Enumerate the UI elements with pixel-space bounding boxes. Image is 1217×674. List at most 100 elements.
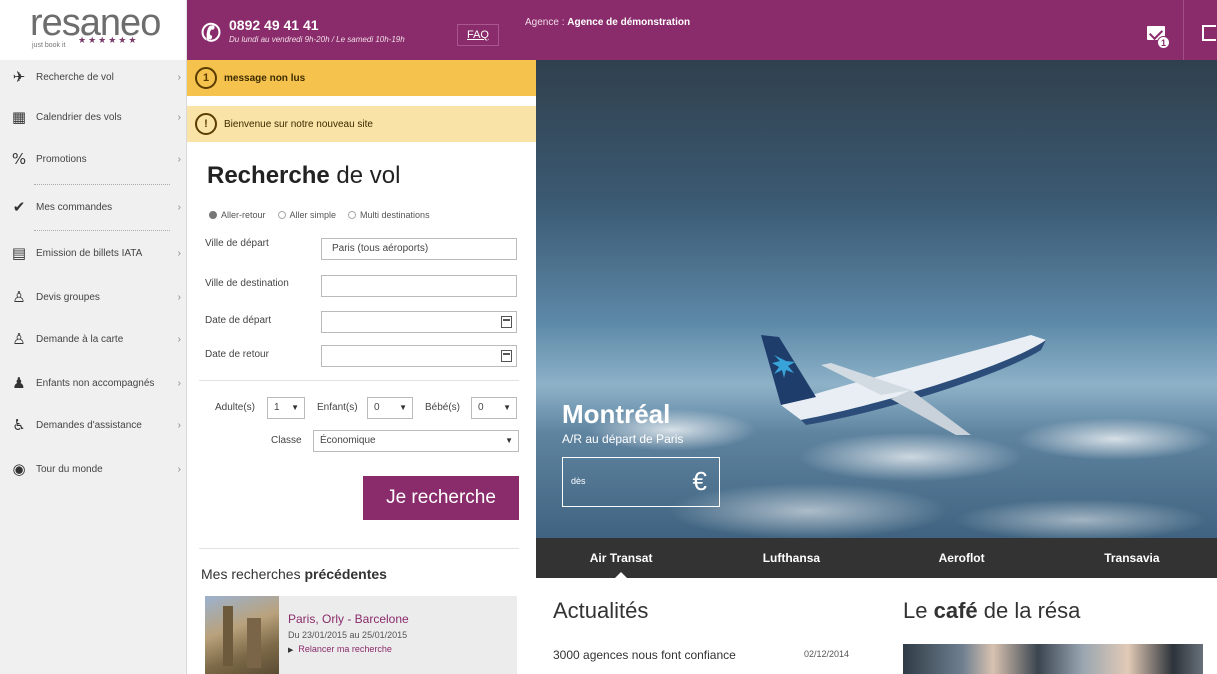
previous-search-card[interactable]: Paris, Orly - Barcelone Du 23/01/2015 au…	[205, 596, 517, 674]
chevron-right-icon: ›	[177, 291, 181, 303]
babies-select[interactable]: 0 ▼	[471, 397, 517, 419]
group-icon: ♙	[12, 288, 26, 306]
sidebar-item[interactable]: ✔ Mes commandes ›	[0, 190, 187, 224]
form-title-bold: Recherche	[207, 162, 330, 189]
tab-lufthansa[interactable]: Lufthansa	[706, 538, 876, 578]
welcome-banner: ! Bienvenue sur notre nouveau site	[187, 106, 536, 142]
agence-info: Agence : Agence de démonstration	[525, 17, 690, 28]
relaunch-label: Relancer ma recherche	[298, 644, 392, 654]
relaunch-search-link[interactable]: ▶ Relancer ma recherche	[288, 644, 392, 654]
airplane-image	[761, 335, 1046, 435]
sidebar-item-label: Calendrier des vols	[36, 111, 122, 123]
euro-icon: €	[692, 466, 707, 496]
form-title: Recherche de vol	[207, 162, 400, 190]
sidebar-item-label: Demande à la carte	[36, 333, 124, 345]
return-date-label: Date de retour	[205, 349, 269, 360]
children-value: 0	[374, 402, 380, 413]
children-label: Enfant(s)	[317, 402, 358, 413]
class-label: Classe	[271, 435, 302, 446]
hero-subtitle: A/R au départ de Paris	[562, 432, 684, 446]
news-date: 02/12/2014	[804, 649, 850, 659]
sidebar-item[interactable]: ✈ Recherche de vol ›	[0, 60, 187, 94]
logout-icon[interactable]	[1202, 25, 1216, 41]
departure-date-input[interactable]	[321, 311, 517, 333]
form-divider	[199, 548, 519, 549]
sidebar-item[interactable]: ▤ Emission de billets IATA ›	[0, 236, 187, 270]
chevron-right-icon: ›	[177, 333, 181, 345]
check-circle-icon: ✔	[12, 198, 26, 216]
sidebar-item-label: Demandes d'assistance	[36, 419, 142, 431]
departure-input[interactable]: Paris (tous aéroports)	[321, 238, 517, 260]
news-item[interactable]: 3000 agences nous font confiance	[553, 648, 736, 662]
chevron-right-icon: ›	[177, 111, 181, 123]
calendar-icon[interactable]	[501, 350, 512, 362]
radio-multi[interactable]: Multi destinations	[348, 210, 430, 220]
faq-link[interactable]: FAQ	[457, 24, 499, 46]
cafe-title-plain: Le	[903, 598, 934, 623]
chevron-right-icon: ›	[177, 419, 181, 431]
tab-transavia[interactable]: Transavia	[1047, 538, 1217, 578]
radio-one-way[interactable]: Aller simple	[277, 210, 337, 220]
previous-route[interactable]: Paris, Orly - Barcelone	[288, 612, 409, 626]
chevron-right-icon: ›	[177, 201, 181, 213]
children-select[interactable]: 0 ▼	[367, 397, 413, 419]
logo[interactable]: resaneo just book it ★★★★★★	[0, 0, 187, 60]
tab-air-transat[interactable]: Air Transat	[536, 538, 706, 579]
destination-label: Ville de destination	[205, 278, 289, 289]
chevron-right-icon: ›	[177, 247, 181, 259]
sidebar-item[interactable]: ♟ Enfants non accompagnés ›	[0, 366, 187, 400]
chevron-down-icon: ▼	[505, 436, 513, 445]
class-value: Économique	[320, 435, 376, 446]
phone-hours: Du lundi au vendredi 9h-20h / Le samedi …	[229, 35, 405, 44]
sidebar-item[interactable]: ♿ Demandes d'assistance ›	[0, 408, 187, 442]
class-select[interactable]: Économique ▼	[313, 430, 519, 452]
accessibility-icon: ♿	[12, 416, 26, 434]
unread-messages-banner[interactable]: 1 message non lus	[187, 60, 536, 96]
adults-label: Adulte(s)	[215, 402, 256, 413]
cafe-title-bold: café	[933, 598, 978, 623]
flight-search-form: Recherche de vol Aller-retour Aller simp…	[187, 150, 536, 674]
agence-label: Agence :	[525, 17, 565, 28]
globe-icon: ◉	[12, 460, 26, 478]
unread-label: message non lus	[224, 72, 306, 84]
previous-dates: Du 23/01/2015 au 25/01/2015	[288, 630, 408, 640]
phone-icon: ✆	[198, 16, 224, 49]
trip-type-radios: Aller-retour Aller simple Multi destinat…	[209, 210, 430, 220]
tab-aeroflot[interactable]: Aeroflot	[877, 538, 1047, 578]
destination-input[interactable]	[321, 275, 517, 297]
radio-label: Aller simple	[289, 210, 337, 220]
form-title-rest: de vol	[329, 162, 401, 189]
babies-value: 0	[478, 402, 484, 413]
sidebar-divider	[34, 184, 170, 185]
cafe-title-rest: de la résa	[977, 598, 1081, 623]
mail-count-badge: 1	[1157, 36, 1170, 49]
chevron-down-icon: ▼	[291, 403, 299, 412]
user-icon: ♙	[12, 330, 26, 348]
sidebar: ✈ Recherche de vol › ▦ Calendrier des vols ›%…	[0, 60, 187, 674]
previous-title-plain: Mes recherches	[201, 566, 305, 582]
top-header: ✆ 0892 49 41 41 Du lundi au vendredi 9h-…	[187, 0, 1217, 60]
return-date-input[interactable]	[321, 345, 517, 367]
cafe-image[interactable]	[903, 644, 1203, 674]
chevron-right-icon: ›	[177, 463, 181, 475]
search-button[interactable]: Je recherche	[363, 476, 519, 520]
departure-label: Ville de départ	[205, 238, 269, 249]
sidebar-item[interactable]: ♙ Demande à la carte ›	[0, 322, 187, 356]
sidebar-item-label: Enfants non accompagnés	[36, 377, 155, 389]
price-from: dès	[571, 476, 586, 486]
sidebar-item-label: Devis groupes	[36, 291, 100, 303]
radio-round-trip[interactable]: Aller-retour	[209, 210, 266, 220]
agence-name: Agence de démonstration	[567, 17, 691, 28]
adults-select[interactable]: 1 ▼	[267, 397, 305, 419]
sidebar-item[interactable]: % Promotions ›	[0, 142, 187, 176]
sidebar-item[interactable]: ◉ Tour du monde ›	[0, 452, 187, 486]
calendar-icon[interactable]	[501, 316, 512, 328]
sidebar-item[interactable]: ♙ Devis groupes ›	[0, 280, 187, 314]
promo-banner[interactable]: Montréal A/R au départ de Paris dès €	[536, 60, 1217, 538]
phone-number: 0892 49 41 41	[229, 17, 319, 33]
unread-count: 1	[195, 67, 217, 89]
chevron-down-icon: ▼	[399, 403, 407, 412]
percent-icon: %	[11, 150, 27, 168]
sidebar-item[interactable]: ▦ Calendrier des vols ›	[0, 100, 187, 134]
cafe-title: Le café de la résa	[903, 598, 1080, 624]
